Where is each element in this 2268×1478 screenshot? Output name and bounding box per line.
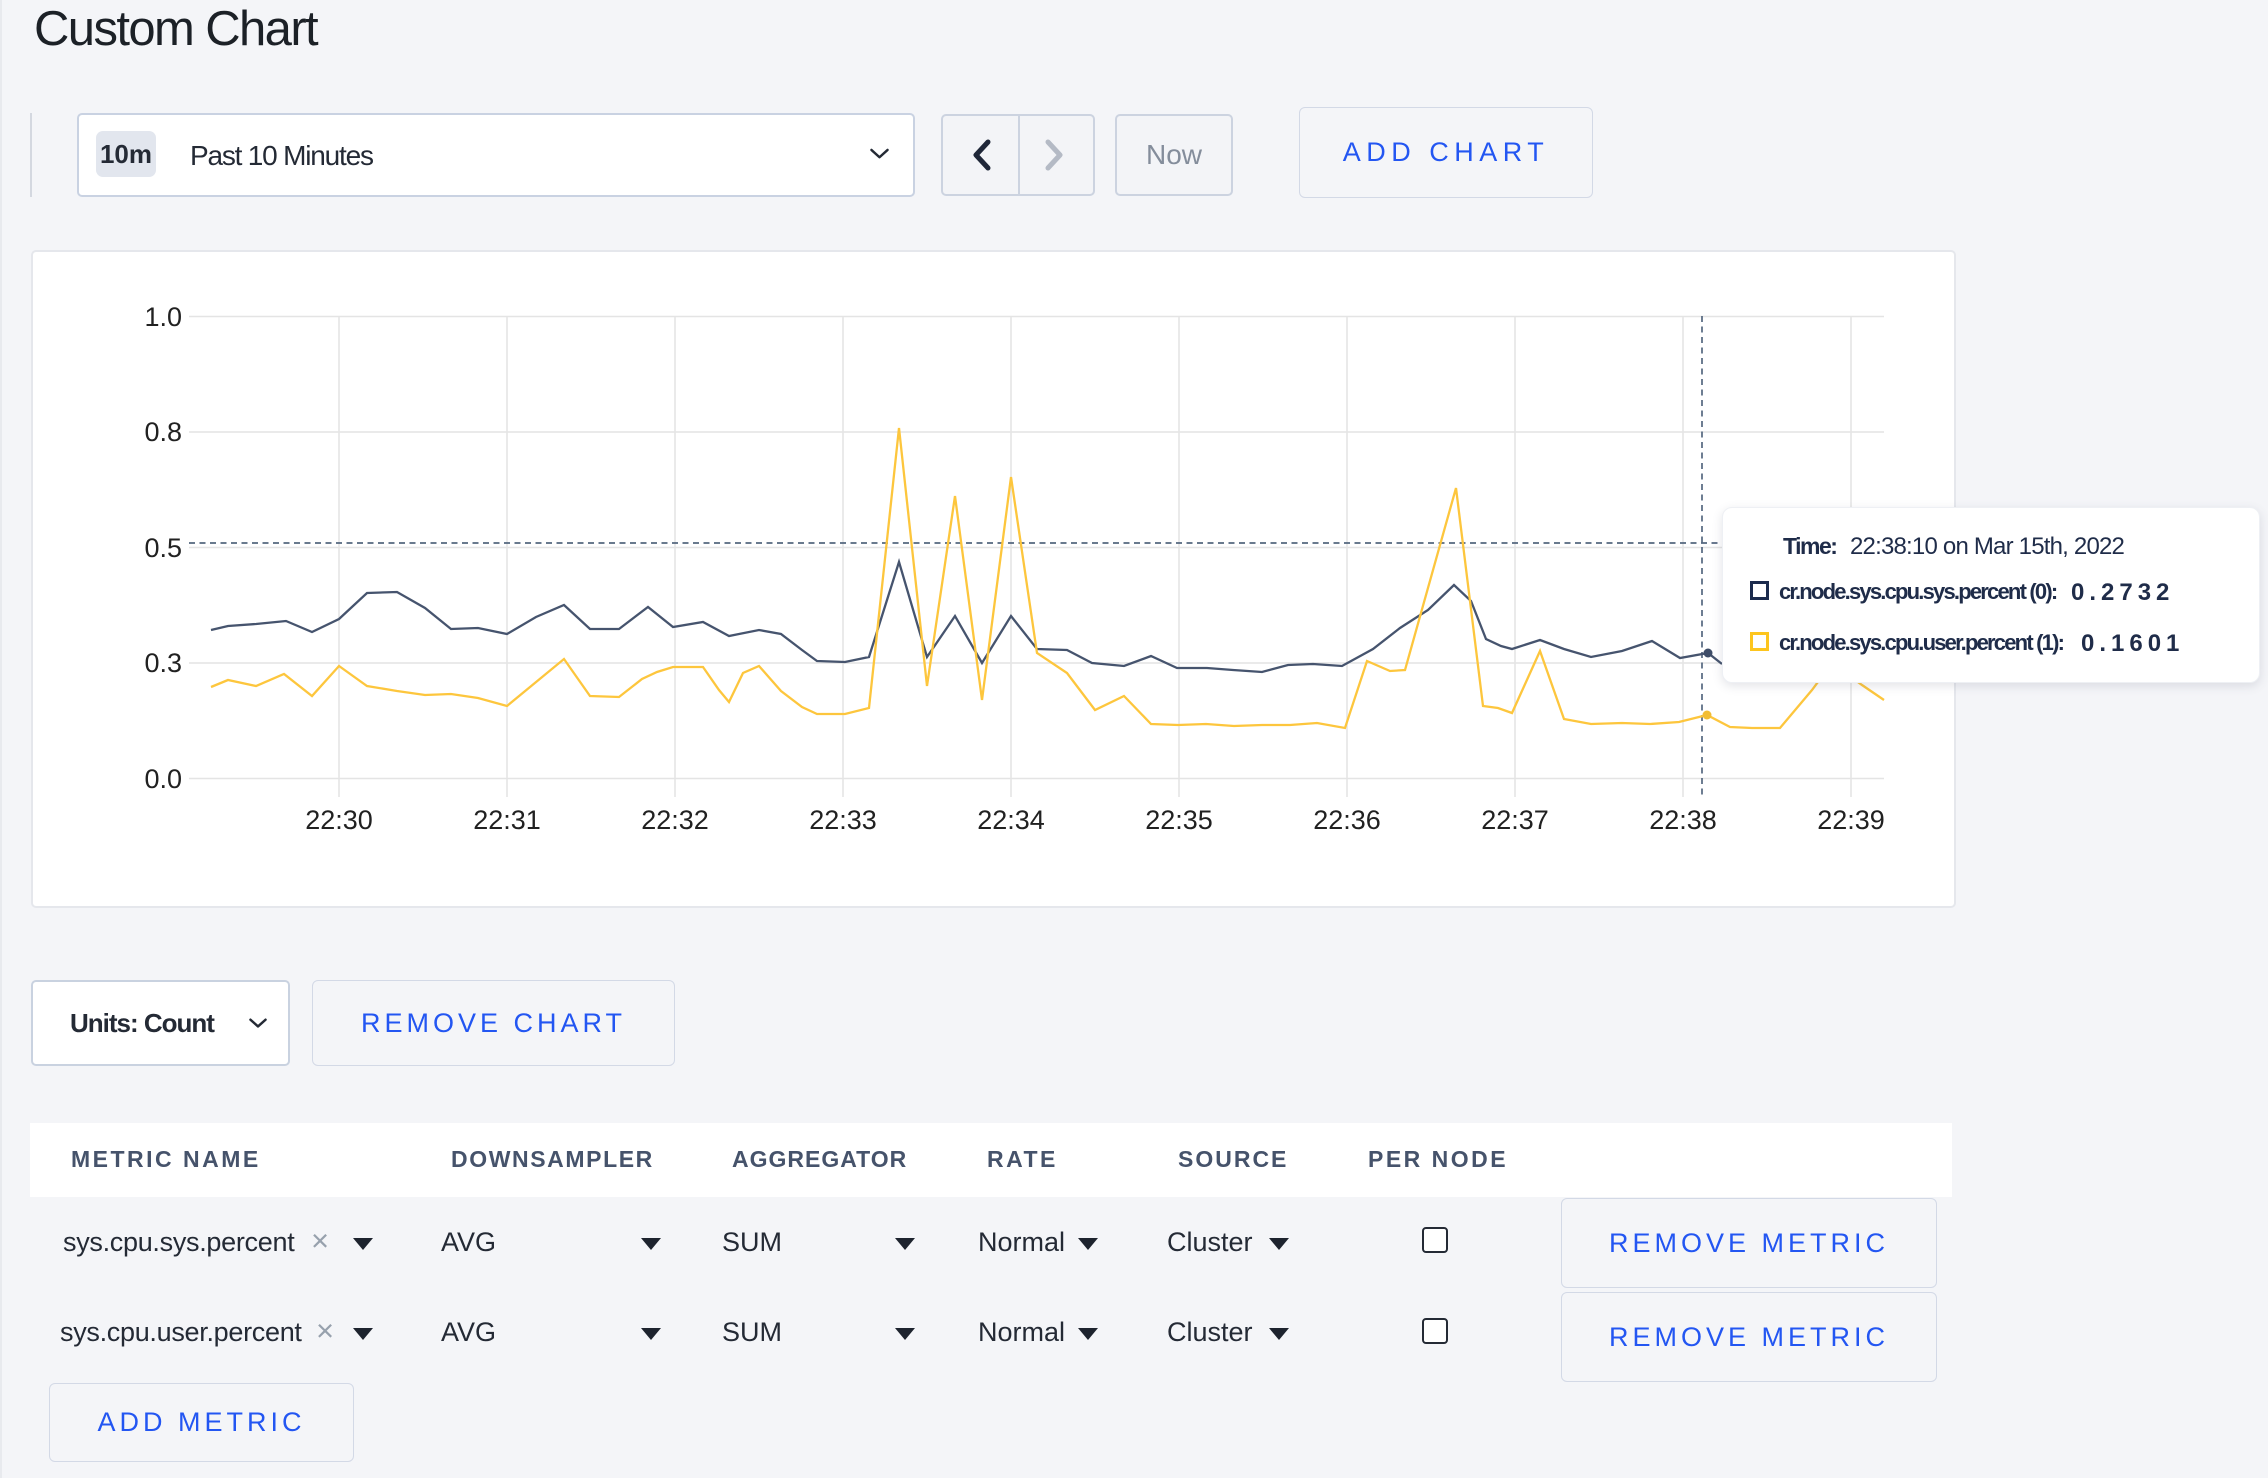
svg-text:1.0: 1.0 xyxy=(144,302,182,332)
svg-text:22:35: 22:35 xyxy=(1145,805,1213,835)
svg-text:22:37: 22:37 xyxy=(1481,805,1549,835)
svg-text:0.8: 0.8 xyxy=(144,417,182,447)
svg-text:22:30: 22:30 xyxy=(305,805,373,835)
svg-text:22:34: 22:34 xyxy=(977,805,1045,835)
svg-text:22:36: 22:36 xyxy=(1313,805,1381,835)
svg-text:0.0: 0.0 xyxy=(144,764,182,794)
svg-text:22:38: 22:38 xyxy=(1649,805,1717,835)
svg-text:0.3: 0.3 xyxy=(144,648,182,678)
svg-text:22:39: 22:39 xyxy=(1817,805,1885,835)
svg-text:0.5: 0.5 xyxy=(144,533,182,563)
svg-text:22:33: 22:33 xyxy=(809,805,877,835)
svg-text:22:31: 22:31 xyxy=(473,805,541,835)
svg-text:22:32: 22:32 xyxy=(641,805,709,835)
